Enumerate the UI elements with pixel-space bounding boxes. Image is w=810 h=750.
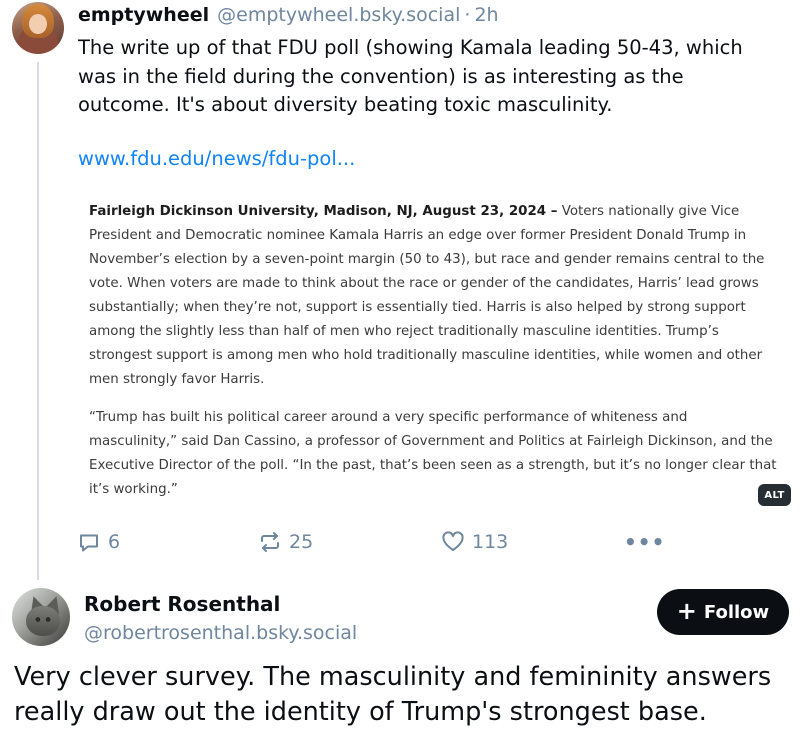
- plus-icon: +: [676, 596, 697, 625]
- reply-count: 6: [108, 531, 121, 553]
- repost-arrows-icon: [261, 532, 279, 552]
- parent-post-time[interactable]: 2h: [474, 4, 498, 26]
- follow-button[interactable]: + Follow: [657, 589, 789, 635]
- speech-bubble-icon: [80, 534, 98, 552]
- embedded-image[interactable]: Fairleigh Dickinson University, Madison,…: [76, 186, 796, 512]
- embed-paragraph-2: “Trump has built his political career ar…: [89, 410, 777, 497]
- avatar-face: [29, 14, 47, 34]
- reply-author-handle[interactable]: @robertrosenthal.bsky.social: [84, 622, 357, 644]
- reply-author-avatar[interactable]: [12, 588, 70, 646]
- embed-paragraph-1-lead: Fairleigh Dickinson University, Madison,…: [89, 204, 558, 219]
- like-count: 113: [472, 531, 509, 553]
- alt-text-badge[interactable]: ALT: [758, 484, 791, 506]
- parent-author-handle[interactable]: @emptywheel.bsky.social: [217, 4, 460, 26]
- parent-author-avatar[interactable]: [12, 2, 64, 54]
- embed-paragraph-1-body: Voters nationally give Vice President an…: [89, 204, 765, 387]
- reply-button[interactable]: 6: [77, 527, 120, 557]
- repost-count: 25: [289, 531, 314, 553]
- thread-connector-line: [37, 62, 39, 580]
- follow-label: Follow: [703, 601, 770, 623]
- reply-author-name[interactable]: Robert Rosenthal: [84, 592, 280, 616]
- ellipsis-icon: •••: [624, 530, 666, 554]
- parent-post-link[interactable]: www.fdu.edu/news/fdu-pol...: [78, 147, 355, 170]
- post-action-bar: 6 25 113 •••: [0, 527, 810, 557]
- parent-post-header: emptywheel @emptywheel.bsky.social · 2h: [78, 4, 499, 30]
- repost-button[interactable]: 25: [258, 527, 313, 557]
- parent-author-name[interactable]: emptywheel: [78, 4, 209, 26]
- avatar-cat-head: [26, 606, 60, 636]
- reply-post-text: Very clever survey. The masculinity and …: [14, 662, 772, 727]
- heart-icon: [442, 531, 464, 551]
- more-options-button[interactable]: •••: [624, 527, 665, 557]
- parent-post-text: The write up of that FDU poll (showing K…: [78, 36, 743, 116]
- embed-paragraph-1: Fairleigh Dickinson University, Madison,…: [89, 200, 779, 392]
- like-button[interactable]: 113: [441, 527, 508, 557]
- header-separator: ·: [464, 4, 471, 26]
